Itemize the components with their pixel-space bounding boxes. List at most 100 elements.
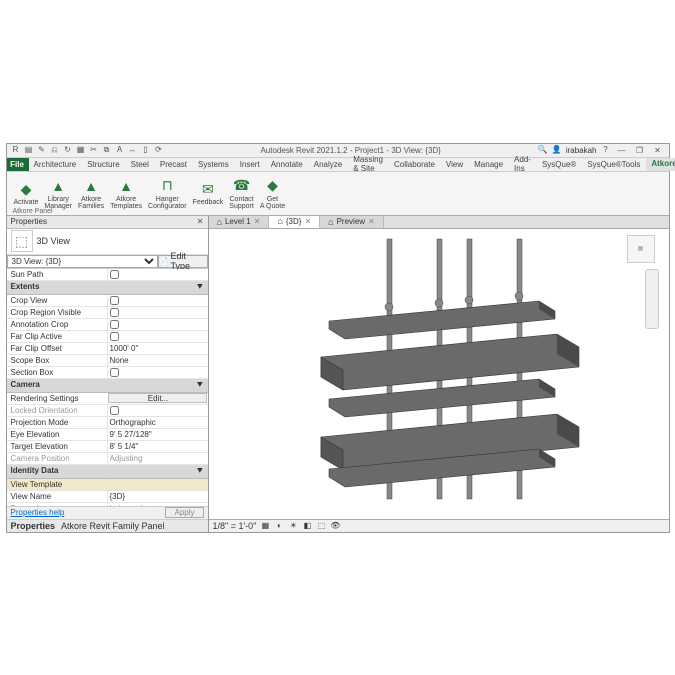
scale-label[interactable]: 1/8" = 1'-0"	[213, 521, 257, 531]
ribbon-button[interactable]: ▲AtkoreTemplates	[107, 176, 145, 211]
property-row[interactable]: Scope BoxNone	[7, 355, 208, 367]
property-group[interactable]: Identity Data⯆	[7, 465, 208, 479]
ribbon-tab[interactable]: View	[441, 158, 469, 171]
user-icon[interactable]: 👤	[552, 145, 562, 155]
qat-icon[interactable]: ✂	[89, 145, 99, 155]
property-row[interactable]: Section Box	[7, 367, 208, 379]
qat-icon[interactable]: ⧉	[102, 145, 112, 155]
property-row[interactable]: View Template	[7, 479, 208, 491]
ribbon-button[interactable]: ◆GetA Quote	[257, 176, 288, 211]
ribbon-tab[interactable]: Collaborate	[389, 158, 441, 171]
qat-icon[interactable]: ⟳	[154, 145, 164, 155]
property-row[interactable]: Annotation Crop	[7, 319, 208, 331]
ribbon-button[interactable]: ⊓HangerConfigurator	[145, 176, 190, 211]
3d-viewport[interactable]: ▦	[209, 229, 669, 519]
close-icon[interactable]: ✕	[197, 217, 204, 226]
property-value[interactable]	[107, 405, 208, 416]
property-row[interactable]: Target Elevation8' 5 1/4"	[7, 441, 208, 453]
view-cube[interactable]: ▦	[627, 235, 655, 263]
instance-filter[interactable]: 3D View: {3D}	[7, 255, 158, 268]
property-row[interactable]: Far Clip Active	[7, 331, 208, 343]
ribbon-tab[interactable]: Annotate	[266, 158, 309, 171]
view-tab[interactable]: ⌂ Preview ✕	[320, 216, 384, 228]
ribbon-button[interactable]: ◆Activate	[11, 179, 42, 207]
qat-icon[interactable]: ▯	[141, 145, 151, 155]
search-icon[interactable]: 🔍	[538, 145, 548, 155]
property-value[interactable]	[107, 269, 208, 280]
help-icon[interactable]: ?	[601, 145, 611, 155]
property-row[interactable]: Far Clip Offset1000' 0"	[7, 343, 208, 355]
property-group[interactable]: Extents⯆	[7, 281, 208, 295]
qat-icon[interactable]: ⎌	[50, 145, 60, 155]
visual-style-icon[interactable]: ◐	[274, 521, 284, 531]
property-group[interactable]: Camera⯆	[7, 379, 208, 393]
ribbon-tab[interactable]: Insert	[235, 158, 266, 171]
property-row[interactable]: Rendering SettingsEdit...	[7, 393, 208, 405]
property-row[interactable]: View Name{3D}	[7, 491, 208, 503]
ribbon-tab[interactable]: Structure	[82, 158, 125, 171]
property-row[interactable]: Eye Elevation9' 5 27/128"	[7, 429, 208, 441]
hide-icon[interactable]: 👁	[330, 521, 340, 531]
ribbon-tab[interactable]: SysQue®	[537, 158, 582, 171]
minimize-button[interactable]: —	[615, 145, 629, 155]
apply-button[interactable]: Apply	[165, 507, 203, 518]
property-value[interactable]	[107, 367, 208, 378]
ribbon-tab[interactable]: Precast	[155, 158, 193, 171]
qat-icon[interactable]: A	[115, 145, 125, 155]
close-icon[interactable]: ✕	[254, 217, 261, 226]
ribbon-tab[interactable]: Manage	[469, 158, 509, 171]
property-row[interactable]: Sun Path	[7, 269, 208, 281]
property-row[interactable]: Camera PositionAdjusting	[7, 453, 208, 465]
ribbon-tab[interactable]: Architecture	[29, 158, 83, 171]
palette-tab[interactable]: Properties	[11, 521, 56, 531]
property-value[interactable]: 8' 5 1/4"	[107, 441, 208, 452]
ribbon-tab[interactable]: File	[7, 158, 29, 171]
edit-type-button[interactable]: 📄 Edit Type	[158, 255, 208, 268]
detail-icon[interactable]: ▦	[260, 521, 270, 531]
property-value[interactable]	[107, 319, 208, 330]
property-row[interactable]: Locked Orientation	[7, 405, 208, 417]
property-row[interactable]: Projection ModeOrthographic	[7, 417, 208, 429]
qat-icon[interactable]: ↔	[128, 145, 138, 155]
qat-icon[interactable]: ▦	[76, 145, 86, 155]
ribbon-tab[interactable]: Systems	[193, 158, 235, 171]
ribbon-tab[interactable]: SysQue®Tools	[582, 158, 646, 171]
ribbon-tab[interactable]: Atkore	[646, 158, 675, 171]
qat-icon[interactable]: ↻	[63, 145, 73, 155]
ribbon-tab[interactable]: Add-Ins	[509, 158, 537, 171]
ribbon-button[interactable]: ▲AtkoreFamilies	[75, 176, 107, 211]
qat-icon[interactable]: R	[11, 145, 21, 155]
maximize-button[interactable]: ❐	[633, 145, 647, 155]
ribbon-tab[interactable]: Analyze	[309, 158, 348, 171]
close-icon[interactable]: ✕	[304, 217, 311, 226]
ribbon-button[interactable]: ☎ContactSupport	[226, 176, 257, 211]
property-value[interactable]: Orthographic	[107, 417, 208, 428]
ribbon-tab[interactable]: Steel	[126, 158, 155, 171]
qat-icon[interactable]: ▤	[24, 145, 34, 155]
property-value[interactable]: Edit...	[108, 393, 207, 403]
close-button[interactable]: ✕	[651, 145, 665, 155]
property-value[interactable]: {3D}	[107, 491, 208, 502]
property-value[interactable]	[107, 331, 208, 342]
properties-help-link[interactable]: Properties help	[11, 508, 65, 517]
property-value[interactable]: None	[107, 355, 208, 366]
palette-tab[interactable]: Atkore Revit Family Panel	[61, 521, 165, 531]
property-value[interactable]: 1000' 0"	[107, 343, 208, 354]
ribbon-button[interactable]: ✉Feedback	[190, 179, 227, 207]
property-value[interactable]	[107, 295, 208, 306]
sunpath-icon[interactable]: ☀	[288, 521, 298, 531]
view-tab[interactable]: ⌂ {3D} ✕	[269, 216, 320, 228]
property-row[interactable]: Crop View	[7, 295, 208, 307]
property-value[interactable]: 9' 5 27/128"	[107, 429, 208, 440]
close-icon[interactable]: ✕	[368, 217, 375, 226]
crop-icon[interactable]: ⬚	[316, 521, 326, 531]
property-value[interactable]	[107, 307, 208, 318]
ribbon-button[interactable]: ▲LibraryManager	[41, 176, 75, 211]
property-value[interactable]	[107, 479, 208, 490]
nav-bar[interactable]	[645, 269, 659, 329]
view-tab[interactable]: ⌂ Level 1 ✕	[209, 216, 270, 228]
qat-icon[interactable]: ✎	[37, 145, 47, 155]
ribbon-tab[interactable]: Massing & Site	[348, 158, 389, 171]
property-row[interactable]: Crop Region Visible	[7, 307, 208, 319]
shadows-icon[interactable]: ◧	[302, 521, 312, 531]
